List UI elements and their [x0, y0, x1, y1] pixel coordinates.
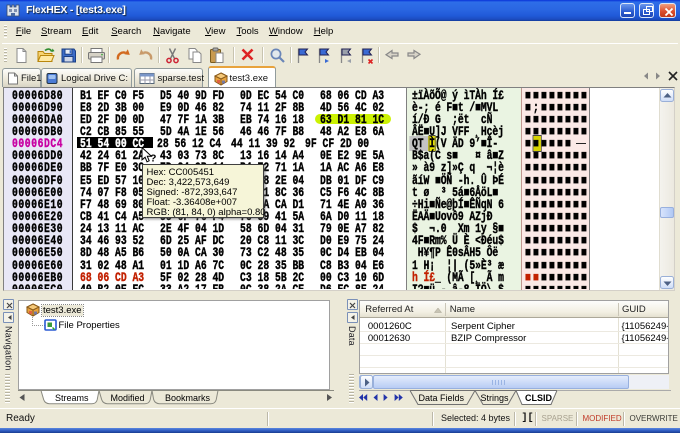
svg-text:Modified: Modified [111, 393, 145, 403]
svg-text:Data Fields: Data Fields [419, 393, 465, 403]
svg-text:Strings: Strings [481, 393, 510, 403]
svg-text:CLSID: CLSID [525, 393, 553, 403]
svg-text:Streams: Streams [55, 393, 89, 403]
svg-text:?: ? [150, 152, 156, 164]
svg-text:Bookmarks: Bookmarks [165, 393, 211, 403]
